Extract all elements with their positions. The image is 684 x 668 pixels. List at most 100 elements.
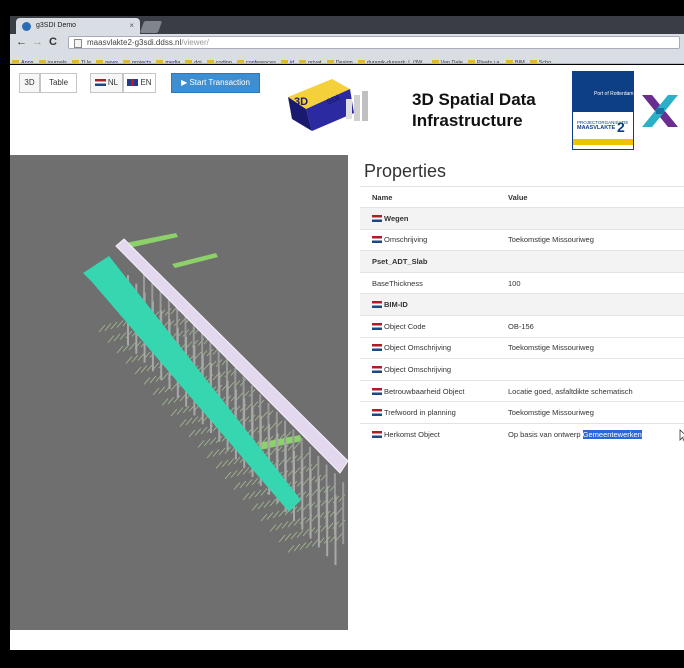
reload-icon[interactable]: C (49, 36, 57, 48)
bookmark-item[interactable]: Design (327, 60, 353, 63)
property-value: Locatie goed, asfaltdikte schematisch (508, 379, 684, 402)
property-name: Trefwoord in planning (360, 401, 508, 424)
bookmark-item[interactable]: Van Dale (432, 60, 463, 63)
view-3d-button[interactable]: 3D (19, 73, 40, 93)
bookmark-item[interactable]: Plaats.j.a. (468, 60, 501, 63)
start-transaction-button[interactable]: ▶ Start Transaction (171, 73, 260, 93)
property-name-label: BIM-ID (384, 300, 408, 310)
property-name-label: Omschrijving (384, 235, 428, 245)
property-name-label: Pset_ADT_Slab (372, 256, 428, 266)
property-value (508, 358, 684, 381)
forward-icon[interactable]: → (32, 36, 43, 48)
url-path: /viewer/ (181, 38, 209, 47)
bookmark-item[interactable]: privat (299, 60, 321, 63)
globe-icon (22, 22, 31, 31)
nl-flag-icon (372, 344, 382, 352)
properties-panel: Properties Name Value Wegen Omschrijving T… (360, 155, 684, 650)
property-name-label: BaseThickness (372, 278, 423, 288)
tab-title: g3SDI Demo (36, 22, 77, 29)
bookmark-item[interactable]: doi (185, 60, 201, 63)
bookmark-item[interactable]: projects (123, 60, 151, 63)
property-value: Toekomstige Missouriweg (508, 401, 684, 424)
bookmarks-bar: Apps journals TUe news projects media doi codin… (10, 51, 684, 64)
nl-flag-icon (372, 365, 382, 373)
property-value: Toekomstige Missouriweg (508, 336, 684, 359)
close-tab-icon[interactable]: × (129, 21, 134, 30)
port-number-text: 2 (617, 119, 625, 135)
yellow-band (573, 139, 633, 145)
property-row: Object Omschrijving (360, 358, 684, 381)
property-name-label: Object Omschrijving (384, 343, 452, 353)
property-name-label: Trefwoord in planning (384, 408, 456, 418)
port-of-rotterdam-logo: Port of Rotterdam PROJECTORGANISATIE MAA… (572, 71, 634, 150)
property-name: Betrouwbaarheid Object (360, 379, 508, 402)
bookmark-item[interactable]: journals (39, 60, 67, 63)
property-value-label: Toekomstige Missouriweg (508, 235, 594, 245)
property-name-label: Betrouwbaarheid Object (384, 386, 465, 396)
app-toolbar: 3D Table NL EN ▶ Start Transaction 3D SD… (10, 65, 684, 155)
property-name: BIM-ID (360, 293, 508, 316)
page-icon (74, 39, 82, 48)
property-name-label: Herkomst Object (384, 429, 440, 439)
bookmark-item[interactable]: news (96, 60, 118, 63)
bookmark-item[interactable]: BIM (506, 60, 525, 63)
nl-flag-icon (372, 301, 382, 309)
port-maasvlakte-text: MAASVLAKTE (577, 125, 616, 131)
new-tab-button[interactable] (139, 21, 163, 33)
x-logo (642, 95, 678, 127)
lang-en-button[interactable]: EN (123, 73, 156, 93)
property-group-row: Pset_ADT_Slab (360, 250, 684, 273)
bookmark-item[interactable]: jd (281, 60, 294, 63)
page-title: 3D Spatial Data Infrastructure (412, 89, 536, 131)
property-name: Pset_ADT_Slab (360, 250, 508, 273)
property-name: Wegen (360, 207, 508, 230)
property-value: 100 (508, 271, 684, 294)
properties-table: Name Value Wegen Omschrijving Toekomstige … (360, 186, 684, 446)
maasvlakte-logo: PROJECTORGANISATIE MAASVLAKTE 2 (572, 111, 634, 150)
table-header-row: Name Value (360, 186, 684, 208)
bookmark-item[interactable]: coding (207, 60, 232, 63)
port-logo-top: Port of Rotterdam (572, 71, 634, 111)
bookmark-item[interactable]: durasrk-durasrk: L.j3W... (358, 60, 427, 63)
property-row: Trefwoord in planning Toekomstige Missour… (360, 401, 684, 424)
lang-nl-button[interactable]: NL (90, 73, 123, 93)
back-icon[interactable]: ← (16, 36, 27, 48)
nl-flag-icon (372, 387, 382, 395)
property-row: BaseThickness 100 (360, 271, 684, 294)
properties-title: Properties (364, 161, 447, 181)
title-line-1: 3D Spatial Data (412, 90, 536, 109)
title-line-2: Infrastructure (412, 111, 523, 130)
url-host: maasvlakte2-g3sdi.ddss.nl (87, 38, 182, 47)
bookmark-item[interactable]: Scho (530, 60, 552, 63)
property-value-label: Toekomstige Missouriweg (508, 343, 594, 353)
property-name: Herkomst Object (360, 422, 508, 446)
property-value-label: OB-156 (508, 321, 534, 331)
column-name-header: Name (360, 186, 508, 208)
url-field[interactable]: maasvlakte2-g3sdi.ddss.nl/viewer/ (68, 36, 680, 49)
en-flag-icon (127, 79, 139, 86)
selected-text[interactable]: Gemeentewerken (582, 429, 642, 439)
property-value-label: Op basis van ontwerp (508, 429, 581, 439)
bookmark-item[interactable]: Apps (12, 60, 34, 63)
bookmark-item[interactable]: TUe (72, 60, 91, 63)
web-page: 3D Table NL EN ▶ Start Transaction 3D SD… (10, 65, 684, 650)
property-row: Herkomst Object Op basis van ontwerp Geme… (360, 422, 684, 446)
property-value-label: 100 (508, 278, 521, 288)
property-value: Op basis van ontwerp Gemeentewerken (508, 422, 684, 446)
browser-tab[interactable]: g3SDI Demo × (16, 18, 140, 34)
property-name-label: Wegen (384, 213, 409, 223)
nl-flag-icon (94, 79, 106, 86)
logo-3d-text: 3D (294, 96, 308, 108)
property-group-row: BIM-ID (360, 293, 684, 316)
screen: g3SDI Demo × ← → C maasvlakte2-g3sdi.dds… (0, 0, 684, 668)
property-value-label: Locatie goed, asfaltdikte schematisch (508, 386, 633, 396)
mouse-cursor-icon (679, 429, 684, 442)
3d-viewer-canvas[interactable] (10, 155, 348, 630)
view-table-button[interactable]: Table (40, 73, 77, 93)
address-bar-row: ← → C maasvlakte2-g3sdi.ddss.nl/viewer/ (10, 34, 684, 51)
bookmark-item[interactable]: conferences (237, 60, 276, 63)
property-name: Object Omschrijving (360, 336, 508, 359)
property-group-row: Wegen (360, 207, 684, 230)
bookmark-item[interactable]: media (156, 60, 180, 63)
property-row: Omschrijving Toekomstige Missouriweg (360, 228, 684, 251)
